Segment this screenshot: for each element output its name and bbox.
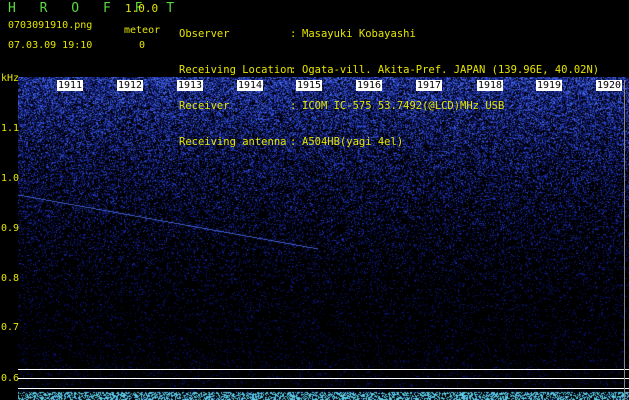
app-version: 1.0.0 (125, 2, 159, 15)
reference-line (18, 388, 629, 389)
right-border (624, 80, 625, 400)
info-colon: : (290, 136, 297, 148)
minute-label: 1919 (536, 80, 563, 91)
minute-label: 1918 (477, 80, 504, 91)
minute-label: 1917 (416, 80, 443, 91)
minute-label: 1920 (596, 80, 623, 91)
timestamp: 07.03.09 19:10 (8, 40, 93, 51)
minute-label: 1913 (177, 80, 204, 91)
reference-line (18, 369, 629, 370)
reference-line (18, 378, 629, 379)
info-label: Receiving antenna (179, 136, 287, 148)
y-tick-label: 1.1 (1, 123, 20, 134)
y-tick-label: 1.0 (1, 173, 20, 184)
info-row-location: Receiving Location : Ogata-vill. Akita-P… (179, 64, 599, 76)
info-value: ICOM IC-575 53.7492(@LCD)MHz USB (302, 100, 505, 112)
info-label: Observer (179, 28, 230, 40)
frequency-unit-label: kHz (1, 73, 20, 84)
y-tick-label: 0.6 (1, 373, 20, 384)
info-row-receiver: Receiver : ICOM IC-575 53.7492(@LCD)MHz … (179, 100, 599, 112)
meteor-label: meteor (124, 25, 161, 36)
info-row-antenna: Receiving antenna : A504HB(yagi 4el) (179, 136, 599, 148)
y-tick-label: 0.7 (1, 322, 20, 333)
minute-label: 1911 (57, 80, 84, 91)
minute-label: 1914 (237, 80, 264, 91)
info-label: Receiving Location (179, 64, 293, 76)
y-tick-label: 0.9 (1, 223, 20, 234)
info-label: Receiver (179, 100, 230, 112)
info-row-observer: Observer : Masayuki Kobayashi (179, 28, 599, 40)
info-value: A504HB(yagi 4el) (302, 136, 404, 148)
info-colon: : (290, 64, 297, 76)
info-colon: : (290, 100, 297, 112)
file-name: 0703091910.png (8, 20, 93, 31)
minute-label: 1916 (356, 80, 383, 91)
meteor-count: 0 (139, 40, 146, 51)
minute-label: 1915 (296, 80, 323, 91)
info-value: Masayuki Kobayashi (302, 28, 416, 40)
minute-label: 1912 (117, 80, 144, 91)
info-value: Ogata-vill. Akita-Pref. JAPAN (139.96E, … (302, 64, 600, 76)
info-colon: : (290, 28, 297, 40)
y-tick-label: 0.8 (1, 273, 20, 284)
